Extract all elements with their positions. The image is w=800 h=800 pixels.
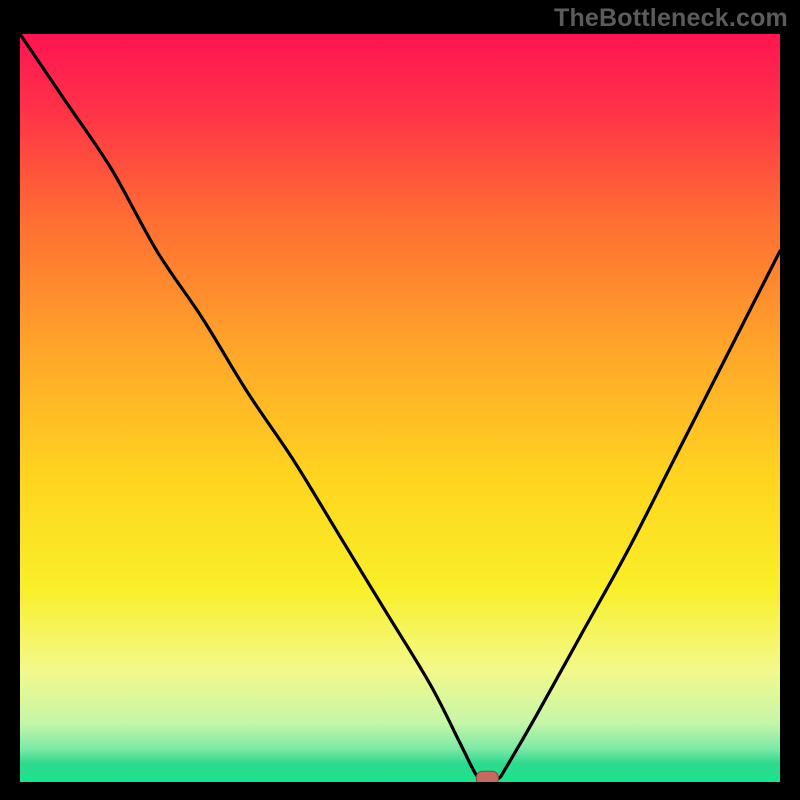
watermark-text: TheBottleneck.com [554,4,788,33]
chart-frame: TheBottleneck.com [0,0,800,800]
gradient-background [20,34,780,782]
plot-area [20,34,780,782]
minimum-marker [476,771,498,782]
bottleneck-chart [20,34,780,782]
